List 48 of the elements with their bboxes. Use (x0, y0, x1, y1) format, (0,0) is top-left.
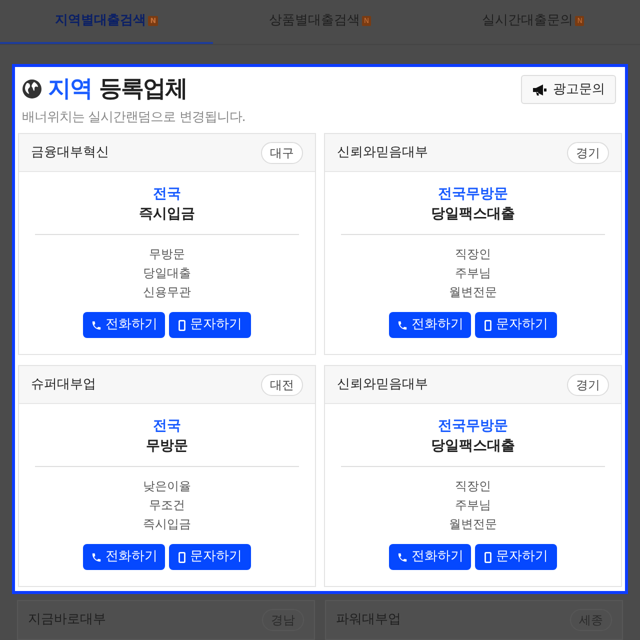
headline: 당일팩스대출 (431, 205, 515, 224)
feature-text: 주부님 (455, 497, 491, 514)
feature-text: 직장인 (455, 246, 491, 263)
headline: 무방문 (146, 437, 188, 456)
feature-text: 직장인 (455, 478, 491, 495)
feature-text: 월변전문 (449, 516, 497, 533)
mobile-phone-icon (178, 320, 186, 330)
service-area: 전국 (153, 416, 181, 436)
headline: 즉시입금 (139, 205, 195, 224)
call-button[interactable]: 전화하기 (83, 544, 165, 570)
call-button[interactable]: 전화하기 (389, 544, 471, 570)
sms-button[interactable]: 문자하기 (169, 312, 251, 338)
feature-text: 무조건 (149, 497, 185, 514)
phone-icon (90, 320, 102, 330)
section-title: 지역 등록업체 (48, 75, 188, 104)
feature-text: 월변전문 (449, 284, 497, 301)
mobile-phone-icon (484, 552, 492, 562)
sms-button[interactable]: 문자하기 (169, 544, 251, 570)
megaphone-icon (532, 84, 547, 96)
phone-icon (90, 552, 102, 562)
headline: 당일팩스대출 (431, 437, 515, 456)
ad-inquiry-button[interactable]: 광고문의 (521, 75, 616, 104)
sms-button[interactable]: 문자하기 (475, 544, 557, 570)
feature-text: 당일대출 (143, 265, 191, 282)
phone-icon (396, 552, 408, 562)
feature-text: 즉시입금 (143, 516, 191, 533)
sms-button[interactable]: 문자하기 (475, 312, 557, 338)
feature-text: 낮은이율 (143, 478, 191, 495)
mobile-phone-icon (484, 320, 492, 330)
feature-text: 주부님 (455, 265, 491, 282)
service-area: 전국무방문 (438, 416, 508, 436)
region-tag: 경기 (567, 142, 609, 164)
company-name: 신뢰와믿음대부 (337, 144, 428, 162)
phone-icon (396, 320, 408, 330)
subtitle: 배너위치는 실시간랜덤으로 변경됩니다. (22, 108, 246, 126)
feature-text: 신용무관 (143, 284, 191, 301)
call-button[interactable]: 전화하기 (83, 312, 165, 338)
region-tag: 경기 (567, 374, 609, 396)
region-tag: 대구 (261, 142, 303, 164)
mobile-phone-icon (178, 552, 186, 562)
company-name: 신뢰와믿음대부 (337, 376, 428, 394)
call-button[interactable]: 전화하기 (389, 312, 471, 338)
service-area: 전국 (153, 184, 181, 204)
region-tag: 대전 (261, 374, 303, 396)
service-area: 전국무방문 (438, 184, 508, 204)
feature-text: 무방문 (149, 246, 185, 263)
company-name: 슈퍼대부업 (31, 376, 96, 394)
company-name: 금융대부혁신 (31, 144, 109, 162)
